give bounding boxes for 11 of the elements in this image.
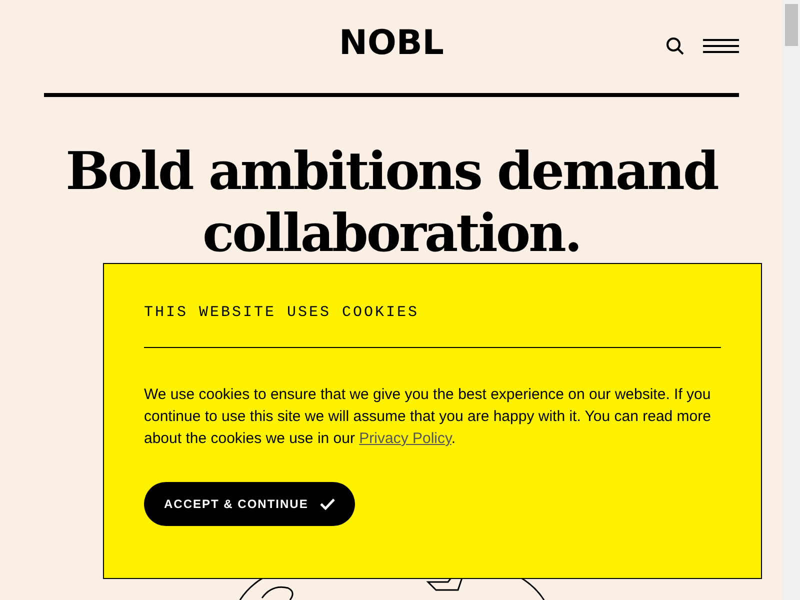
privacy-policy-link[interactable]: Privacy Policy [359, 430, 452, 447]
cookie-text: We use cookies to ensure that we give you the best experience on our website. If you continue to use this site we will assume that you are happy with it. You can read more about the cookies we use in our Privacy Policy. [144, 385, 712, 449]
cookie-title: THIS WEBSITE USES COOKIES [144, 304, 420, 321]
scrollbar[interactable] [783, 0, 800, 600]
search-icon[interactable] [666, 37, 684, 55]
hero-heading: Bold ambitions demand [66, 141, 718, 203]
accept-button[interactable]: ACCEPT & CONTINUE [144, 482, 356, 526]
menu-icon[interactable] [703, 38, 739, 54]
check-icon [320, 498, 336, 510]
logo[interactable]: NOBL [339, 22, 444, 62]
hero-heading: collaboration. [202, 203, 581, 265]
